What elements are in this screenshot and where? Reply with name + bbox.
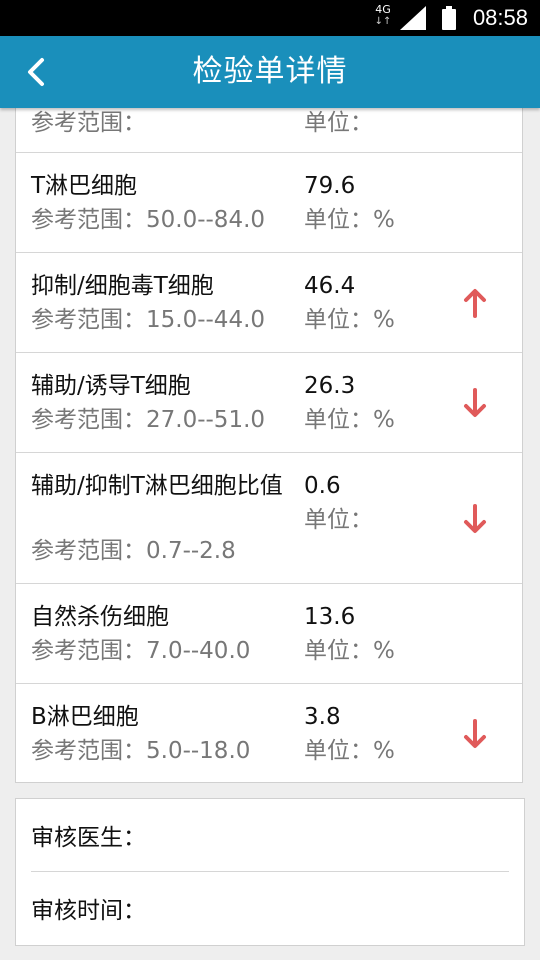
unit-value: % bbox=[373, 307, 395, 333]
unit-label: 单位： bbox=[304, 507, 373, 533]
unit: 单位：% bbox=[304, 405, 395, 436]
test-name: 自然杀伤细胞 bbox=[31, 604, 169, 630]
unit: 单位： bbox=[304, 505, 373, 536]
network-type: 4G bbox=[375, 3, 391, 16]
reference-range-value: 5.0--18.0 bbox=[146, 738, 251, 764]
result-row[interactable]: 自然杀伤细胞 13.6 参考范围：7.0--40.0 单位：% bbox=[16, 584, 522, 684]
reference-range-value: 50.0--84.0 bbox=[146, 207, 266, 233]
result-row[interactable]: B淋巴细胞 3.8 参考范围：5.0--18.0 单位：% bbox=[16, 684, 522, 782]
test-value: 79.6 bbox=[304, 173, 356, 199]
review-time-label: 审核时间： bbox=[31, 898, 146, 924]
network-activity-icon: ↓↑ bbox=[374, 16, 392, 27]
unit: 单位：% bbox=[304, 305, 395, 336]
unit-value: % bbox=[373, 638, 395, 664]
test-value: 46.4 bbox=[304, 273, 356, 299]
status-bar: 4G ↓↑ 08:58 bbox=[0, 0, 540, 36]
test-value: 3.8 bbox=[304, 704, 341, 730]
unit-value: % bbox=[373, 207, 395, 233]
unit: 单位：% bbox=[304, 205, 395, 236]
reference-range-value: 7.0--40.0 bbox=[146, 638, 251, 664]
result-row[interactable]: 参考范围： 单位： bbox=[16, 108, 522, 153]
reference-range: 参考范围：5.0--18.0 bbox=[31, 736, 250, 767]
unit-label: 单位： bbox=[304, 110, 373, 136]
reference-range-value: 27.0--51.0 bbox=[146, 407, 266, 433]
unit-value: % bbox=[373, 407, 395, 433]
page-title: 检验单详情 bbox=[192, 54, 348, 89]
unit: 单位： bbox=[304, 108, 373, 139]
arrow-down-icon bbox=[464, 388, 486, 417]
signal-icon bbox=[400, 6, 426, 30]
reference-range-label: 参考范围： bbox=[31, 207, 146, 233]
unit: 单位：% bbox=[304, 736, 395, 767]
unit-label: 单位： bbox=[304, 207, 373, 233]
unit-label: 单位： bbox=[304, 407, 373, 433]
reference-range: 参考范围：7.0--40.0 bbox=[31, 636, 250, 667]
audit-card: 审核医生： 审核时间： bbox=[15, 798, 525, 946]
reference-range-label: 参考范围： bbox=[31, 738, 146, 764]
clock: 08:58 bbox=[472, 5, 528, 30]
reviewer-line: 审核医生： bbox=[31, 823, 146, 854]
unit-label: 单位： bbox=[304, 738, 373, 764]
result-row[interactable]: 抑制/细胞毒T细胞 46.4 参考范围：15.0--44.0 单位：% bbox=[16, 253, 522, 353]
test-name: B淋巴细胞 bbox=[31, 704, 139, 730]
reference-range-value: 0.7--2.8 bbox=[146, 538, 236, 564]
result-row[interactable]: T淋巴细胞 79.6 参考范围：50.0--84.0 单位：% bbox=[16, 153, 522, 253]
test-value: 13.6 bbox=[304, 604, 356, 630]
reference-range-label: 参考范围： bbox=[31, 638, 146, 664]
result-row[interactable]: 辅助/诱导T细胞 26.3 参考范围：27.0--51.0 单位：% bbox=[16, 353, 522, 453]
test-name: 辅助/诱导T细胞 bbox=[31, 373, 191, 399]
unit-label: 单位： bbox=[304, 307, 373, 333]
reference-range-label: 参考范围： bbox=[31, 110, 146, 136]
reference-range: 参考范围： bbox=[31, 108, 146, 139]
app-bar: 检验单详情 bbox=[0, 36, 540, 108]
results-list: 参考范围： 单位： T淋巴细胞 79.6 参考范围：50.0--84.0 单位：… bbox=[15, 108, 523, 783]
review-time-line: 审核时间： bbox=[31, 896, 146, 927]
reviewer-label: 审核医生： bbox=[31, 825, 146, 851]
arrow-down-icon bbox=[464, 504, 486, 533]
result-row[interactable]: 辅助/抑制T淋巴细胞比值 0.6 参考范围：0.7--2.8 单位： bbox=[16, 453, 522, 584]
reference-range: 参考范围：50.0--84.0 bbox=[31, 205, 265, 236]
reference-range-label: 参考范围： bbox=[31, 307, 146, 333]
test-name: 辅助/抑制T淋巴细胞比值 bbox=[31, 473, 283, 499]
battery-icon bbox=[442, 6, 456, 30]
reference-range: 参考范围：0.7--2.8 bbox=[31, 536, 236, 567]
reference-range-value: 15.0--44.0 bbox=[146, 307, 266, 333]
reference-range: 参考范围：15.0--44.0 bbox=[31, 305, 265, 336]
network-indicator: 4G ↓↑ bbox=[372, 3, 394, 28]
unit-value: % bbox=[373, 738, 395, 764]
test-name: 抑制/细胞毒T细胞 bbox=[31, 273, 214, 299]
test-value: 0.6 bbox=[304, 473, 341, 499]
divider bbox=[31, 871, 509, 872]
unit: 单位：% bbox=[304, 636, 395, 667]
arrow-down-icon bbox=[464, 719, 486, 748]
reference-range-label: 参考范围： bbox=[31, 407, 146, 433]
reference-range: 参考范围：27.0--51.0 bbox=[31, 405, 265, 436]
arrow-up-icon bbox=[464, 289, 486, 318]
test-value: 26.3 bbox=[304, 373, 356, 399]
unit-label: 单位： bbox=[304, 638, 373, 664]
reference-range-label: 参考范围： bbox=[31, 538, 146, 564]
test-name: T淋巴细胞 bbox=[31, 173, 138, 199]
